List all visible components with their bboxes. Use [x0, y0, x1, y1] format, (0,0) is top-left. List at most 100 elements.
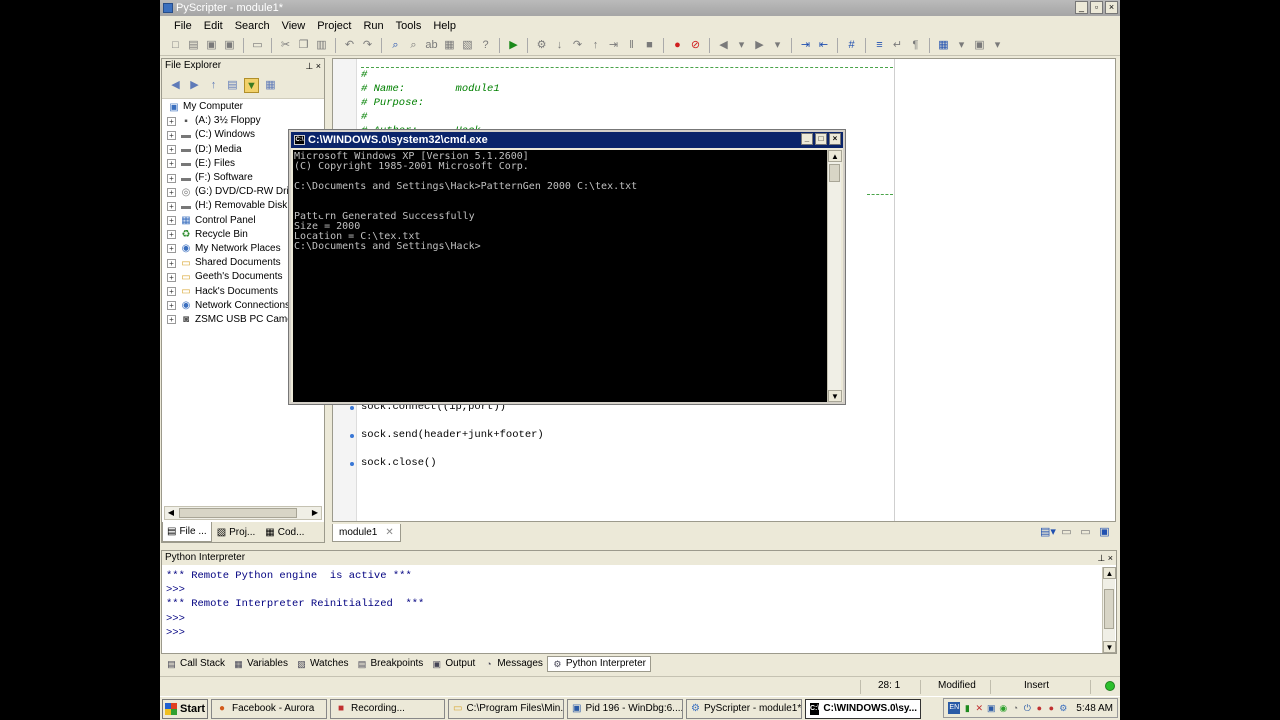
back-dropdown-icon[interactable]: ▾ [734, 38, 749, 53]
horizontal-scrollbar[interactable]: ◀ ▶ [164, 506, 322, 520]
taskbar-item[interactable]: ■ Recording... [330, 698, 445, 719]
scroll-left-icon[interactable]: ◀ [165, 507, 177, 519]
find-icon[interactable]: ⌕ [388, 38, 403, 53]
expand-icon[interactable]: + [167, 301, 176, 311]
pause-icon[interactable]: ‖ [624, 38, 639, 53]
tray-app-icon[interactable]: ▮ [962, 702, 972, 714]
up-folder-icon[interactable]: ↑ [206, 78, 221, 93]
scroll-thumb[interactable] [1104, 589, 1114, 629]
close-button[interactable]: × [829, 133, 841, 145]
scroll-thumb[interactable] [179, 508, 297, 518]
stop-icon[interactable]: ■ [642, 38, 657, 53]
new-file-icon[interactable]: □ [168, 38, 183, 53]
view-dropdown-icon[interactable]: ▾ [990, 38, 1005, 53]
tab-output[interactable]: ▣ Output [427, 656, 479, 672]
step-over-icon[interactable]: ↷ [570, 38, 585, 53]
tray-python-icon[interactable]: ⚙ [1058, 702, 1068, 714]
menu-tools[interactable]: Tools [390, 17, 428, 35]
tray-network-icon[interactable]: ▣ [986, 702, 996, 714]
menu-project[interactable]: Project [311, 17, 357, 35]
expand-icon[interactable]: + [167, 272, 176, 282]
bookmark-icon[interactable]: ▧ [460, 38, 475, 53]
tray-security-icon[interactable]: ◉ [998, 702, 1008, 714]
back-icon[interactable]: ◀ [716, 38, 731, 53]
expand-icon[interactable]: + [167, 201, 176, 211]
layout-icon[interactable]: ▦ [936, 38, 951, 53]
expand-icon[interactable]: + [167, 258, 176, 268]
scroll-up-icon[interactable]: ▲ [828, 150, 842, 162]
clear-breakpoints-icon[interactable]: ⊘ [688, 38, 703, 53]
tab-module1[interactable]: module1 ✕ [332, 524, 401, 542]
tab-python-interpreter[interactable]: ⚙ Python Interpreter [546, 656, 651, 672]
tray-tool-icon[interactable]: ✕ [974, 702, 984, 714]
tab-watches[interactable]: ▧ Watches [292, 656, 353, 672]
special-chars-icon[interactable]: ¶ [908, 38, 923, 53]
tab-code-explorer[interactable]: ▦ Cod... [260, 522, 309, 542]
taskbar-item[interactable]: ⚙ PyScripter - module1* [686, 698, 802, 719]
tab-variables[interactable]: ▦ Variables [229, 656, 292, 672]
expand-icon[interactable]: + [167, 159, 176, 169]
breakpoint-icon[interactable]: ● [670, 38, 685, 53]
save-all-icon[interactable]: ▣ [222, 38, 237, 53]
tree-item[interactable]: ▣ My Computer [162, 100, 324, 114]
maximize-button[interactable]: □ [815, 133, 827, 145]
layout-dropdown-icon[interactable]: ▾ [954, 38, 969, 53]
forward-icon[interactable]: ▶ [752, 38, 767, 53]
scroll-thumb[interactable] [829, 164, 840, 182]
browse-icon[interactable]: ▤ [225, 78, 240, 93]
expand-icon[interactable]: + [167, 244, 176, 254]
python-interpreter-panel[interactable]: Python Interpreter ⊥ × *** Remote Python… [161, 550, 1117, 654]
clock[interactable]: 5:48 AM [1076, 703, 1113, 714]
scroll-down-icon[interactable]: ▼ [828, 390, 842, 402]
cmd-window[interactable]: C:\ C:\WINDOWS.0\system32\cmd.exe _ □ × … [289, 130, 845, 404]
taskbar-item[interactable]: ▭ C:\Program Files\Min... [448, 698, 564, 719]
cmd-title-bar[interactable]: C:\ C:\WINDOWS.0\system32\cmd.exe _ □ × [291, 132, 843, 148]
expand-icon[interactable]: + [167, 173, 176, 183]
expand-icon[interactable]: + [167, 287, 176, 297]
replace-icon[interactable]: ab [424, 38, 439, 53]
undo-icon[interactable]: ↶ [342, 38, 357, 53]
language-indicator[interactable]: EN [948, 702, 961, 714]
expand-icon[interactable]: + [167, 315, 176, 325]
print-icon[interactable]: ▭ [250, 38, 265, 53]
minimize-button[interactable]: _ [801, 133, 813, 145]
run-to-cursor-icon[interactable]: ⇥ [606, 38, 621, 53]
tab-prev-icon[interactable]: ▭ [1059, 525, 1074, 540]
tab-call-stack[interactable]: ▤ Call Stack [162, 656, 229, 672]
start-button[interactable]: Start [162, 698, 208, 719]
expand-icon[interactable]: + [167, 216, 176, 226]
minimize-button[interactable]: _ [1075, 1, 1088, 14]
step-out-icon[interactable]: ↑ [588, 38, 603, 53]
goto-icon[interactable]: ▦ [442, 38, 457, 53]
menu-run[interactable]: Run [357, 17, 389, 35]
indent-icon[interactable]: ⇥ [798, 38, 813, 53]
step-into-icon[interactable]: ↓ [552, 38, 567, 53]
menu-edit[interactable]: Edit [198, 17, 229, 35]
console-output[interactable]: Microsoft Windows XP [Version 5.1.2600](… [293, 150, 828, 402]
cut-icon[interactable]: ✂ [278, 38, 293, 53]
open-file-icon[interactable]: ▤ [186, 38, 201, 53]
scroll-down-icon[interactable]: ▼ [1103, 641, 1116, 653]
find-next-icon[interactable]: ⌕ [406, 38, 421, 53]
comment-icon[interactable]: # [844, 38, 859, 53]
view-icon[interactable]: ▣ [972, 38, 987, 53]
forward-icon[interactable]: ▶ [187, 78, 202, 93]
debug-icon[interactable]: ⚙ [534, 38, 549, 53]
expand-icon[interactable]: + [167, 145, 176, 155]
tab-breakpoints[interactable]: ▤ Breakpoints [353, 656, 428, 672]
tab-next-icon[interactable]: ▭ [1078, 525, 1093, 540]
menu-help[interactable]: Help [427, 17, 462, 35]
panel-splitter[interactable] [160, 545, 1120, 549]
tray-alert-icon[interactable]: ● [1034, 702, 1044, 714]
redo-icon[interactable]: ↷ [360, 38, 375, 53]
scroll-up-icon[interactable]: ▲ [1103, 567, 1116, 579]
breakpoint-dot[interactable] [350, 462, 354, 466]
menu-search[interactable]: Search [229, 17, 276, 35]
pin-close-icon[interactable]: ⊥ × [305, 59, 321, 73]
expand-icon[interactable]: + [167, 116, 176, 126]
forward-dropdown-icon[interactable]: ▾ [770, 38, 785, 53]
word-wrap-icon[interactable]: ↵ [890, 38, 905, 53]
vertical-scrollbar[interactable]: ▲ ▼ [1102, 567, 1116, 653]
expand-icon[interactable]: + [167, 130, 176, 140]
maximize-button[interactable]: ▫ [1090, 1, 1103, 14]
